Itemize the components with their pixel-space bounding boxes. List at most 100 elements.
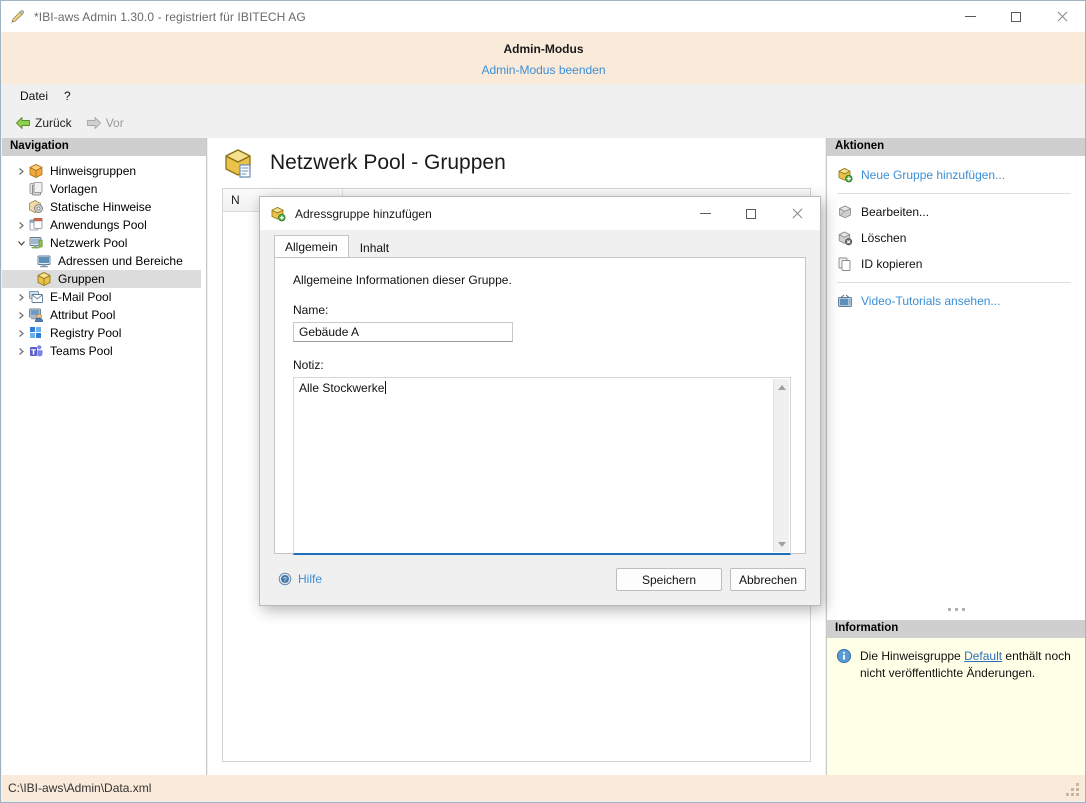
- menu-datei[interactable]: Datei: [12, 87, 56, 105]
- chevron-right-icon[interactable]: [14, 329, 28, 338]
- name-input[interactable]: [293, 322, 513, 342]
- sidebar-item-label: Hinweisgruppen: [50, 164, 137, 178]
- sidebar-item-anwendungs-pool[interactable]: Anwendungs Pool: [2, 216, 206, 234]
- tab-allgemein[interactable]: Allgemein: [274, 235, 349, 259]
- sidebar-item-gruppen[interactable]: Gruppen: [2, 270, 201, 288]
- action-add-group[interactable]: Neue Gruppe hinzufügen...: [827, 162, 1085, 188]
- forward-label: Vor: [105, 115, 124, 130]
- sidebar-item-label: Vorlagen: [50, 182, 98, 196]
- admin-mode-title: Admin-Modus: [503, 42, 584, 56]
- dialog-title-bar: Adressgruppe hinzufügen: [260, 197, 820, 230]
- actions-separator: [837, 193, 1071, 194]
- menu-bar: Datei ?: [2, 84, 1085, 107]
- help-link[interactable]: ? Hilfe: [278, 572, 322, 586]
- close-button[interactable]: [1039, 1, 1085, 32]
- dialog-tabstrip: Allgemein Inhalt: [274, 235, 400, 259]
- action-video-tutorials[interactable]: Video-Tutorials ansehen...: [827, 288, 1085, 314]
- teams-icon: [28, 343, 44, 359]
- navigation-toolbar: Zurück Vor: [2, 107, 1085, 138]
- sidebar-item-hinweisgruppen[interactable]: Hinweisgruppen: [2, 162, 206, 180]
- information-text-before: Die Hinweisgruppe: [860, 649, 965, 663]
- box-edit-icon: [837, 204, 853, 220]
- chevron-right-icon[interactable]: [14, 167, 28, 176]
- chevron-right-icon[interactable]: [14, 293, 28, 302]
- chevron-right-icon[interactable]: [14, 347, 28, 356]
- navigation-panel: Navigation Hinweisgruppen Vorlagen Stati…: [2, 138, 207, 776]
- scroll-down-icon[interactable]: [774, 536, 790, 552]
- box-add-icon: [837, 167, 853, 183]
- chevron-down-icon[interactable]: [14, 239, 28, 248]
- dialog-maximize-button[interactable]: [728, 197, 774, 230]
- action-label: Löschen: [861, 231, 907, 245]
- minimize-button[interactable]: [947, 1, 993, 32]
- sidebar-item-label: Anwendungs Pool: [50, 218, 147, 232]
- actions-list: Neue Gruppe hinzufügen... Bearbeiten...: [827, 156, 1085, 314]
- dialog-close-button[interactable]: [774, 197, 820, 230]
- window-controls: [947, 1, 1085, 32]
- action-edit[interactable]: Bearbeiten...: [827, 199, 1085, 225]
- mail-icon: [28, 289, 44, 305]
- sidebar-item-netzwerk-pool[interactable]: Netzwerk Pool: [2, 234, 206, 252]
- sidebar-item-registry-pool[interactable]: Registry Pool: [2, 324, 206, 342]
- information-body: Die Hinweisgruppe Default enthält noch n…: [827, 638, 1085, 682]
- admin-mode-exit-link[interactable]: Admin-Modus beenden: [2, 63, 1085, 77]
- note-label: Notiz:: [293, 358, 324, 372]
- dialog-minimize-button[interactable]: [682, 197, 728, 230]
- actions-separator: [837, 282, 1071, 283]
- sidebar-item-statische-hinweise[interactable]: Statische Hinweise: [2, 198, 206, 216]
- sidebar-item-adressen-und-bereiche[interactable]: Adressen und Bereiche: [2, 252, 206, 270]
- back-button[interactable]: Zurück: [10, 114, 77, 132]
- menu-help[interactable]: ?: [56, 87, 79, 105]
- sidebar-item-teams-pool[interactable]: Teams Pool: [2, 342, 206, 360]
- admin-mode-banner: Admin-Modus Admin-Modus beenden: [2, 32, 1085, 84]
- dialog-tab-panel: Allgemeine Informationen dieser Gruppe. …: [274, 257, 806, 555]
- info-icon: [836, 648, 852, 664]
- help-label: Hilfe: [298, 572, 323, 586]
- action-label: ID kopieren: [861, 257, 923, 271]
- box-yellow-icon: [36, 271, 52, 287]
- note-scrollbar[interactable]: [773, 379, 789, 552]
- information-panel: Information Die Hinweisgruppe Default en…: [826, 620, 1085, 776]
- windows-stack-icon: [28, 217, 44, 233]
- maximize-button[interactable]: [993, 1, 1039, 32]
- sidebar-item-label: Gruppen: [58, 272, 105, 286]
- forward-button[interactable]: Vor: [81, 114, 129, 132]
- back-label: Zurück: [35, 115, 72, 130]
- note-textarea[interactable]: Alle Stockwerke: [293, 377, 791, 555]
- action-label: Video-Tutorials ansehen...: [861, 294, 1001, 308]
- box-delete-icon: [837, 230, 853, 246]
- sidebar-item-email-pool[interactable]: E-Mail Pool: [2, 288, 206, 306]
- sidebar-item-label: Statische Hinweise: [50, 200, 152, 214]
- cancel-button[interactable]: Abbrechen: [730, 568, 806, 591]
- page-title: Netzwerk Pool - Gruppen: [270, 151, 506, 174]
- monitor-blue-icon: [36, 253, 52, 269]
- scroll-up-icon[interactable]: [774, 379, 790, 395]
- sidebar-item-label: Teams Pool: [50, 344, 113, 358]
- sidebar-item-label: Adressen und Bereiche: [58, 254, 183, 268]
- sidebar-item-vorlagen[interactable]: Vorlagen: [2, 180, 206, 198]
- dialog-footer: ? Hilfe Speichern Abbrechen: [260, 560, 820, 605]
- dialog-title: Adressgruppe hinzufügen: [295, 206, 432, 221]
- sidebar-item-label: Attribut Pool: [50, 308, 116, 322]
- dialog-body: Allgemein Inhalt Allgemeine Informatione…: [260, 230, 820, 605]
- save-button[interactable]: Speichern: [616, 568, 722, 591]
- sidebar-item-attribut-pool[interactable]: Attribut Pool: [2, 306, 206, 324]
- information-link[interactable]: Default: [964, 649, 1002, 663]
- chevron-right-icon[interactable]: [14, 221, 28, 230]
- window-resize-grip[interactable]: [1066, 783, 1080, 797]
- templates-icon: [28, 181, 44, 197]
- box-page-icon: [224, 147, 256, 179]
- box-orange-icon: [28, 163, 44, 179]
- note-text: Alle Stockwerke: [299, 381, 387, 395]
- title-bar: *IBI-aws Admin 1.30.0 - registriert für …: [1, 1, 1085, 32]
- action-delete[interactable]: Löschen: [827, 225, 1085, 251]
- sidebar-item-label: Registry Pool: [50, 326, 122, 340]
- window-title: *IBI-aws Admin 1.30.0 - registriert für …: [34, 9, 306, 24]
- panel-resize-grip[interactable]: [827, 600, 1085, 614]
- sidebar-item-label: E-Mail Pool: [50, 290, 112, 304]
- tab-inhalt[interactable]: Inhalt: [349, 236, 400, 259]
- chevron-right-icon[interactable]: [14, 311, 28, 320]
- action-copy-id[interactable]: ID kopieren: [827, 251, 1085, 277]
- name-label: Name:: [293, 303, 329, 317]
- monitor-green-icon: [28, 235, 44, 251]
